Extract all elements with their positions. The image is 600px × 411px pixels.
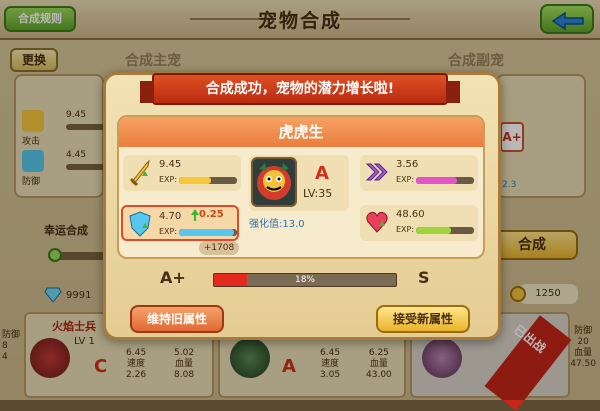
- grade-to: S: [418, 268, 430, 287]
- hp-value: 48.60: [396, 209, 425, 220]
- attack-exp-bar: [179, 177, 237, 184]
- pet-name: 虎虎生: [119, 117, 483, 147]
- pet-grade: A: [315, 163, 329, 184]
- potential-progress-label: 18%: [294, 275, 315, 285]
- defense-stat: 4.70 0.25 EXP:: [121, 205, 239, 241]
- attack-exp-label: EXP:: [159, 175, 178, 184]
- accept-new-attributes-button[interactable]: 接受新属性: [376, 305, 470, 333]
- strength-value: 强化值:13.0: [249, 219, 305, 230]
- defense-exp-bar: [179, 229, 237, 236]
- hp-stat: 48.60 EXP:: [360, 205, 478, 241]
- pet-level: LV:35: [303, 187, 333, 200]
- speed-value: 3.56: [396, 159, 419, 170]
- speed-icon: [365, 163, 388, 181]
- pet-avatar: [251, 157, 297, 207]
- attack-stat: 9.45 EXP:: [123, 155, 241, 191]
- defense-increase: 0.25: [199, 209, 224, 220]
- hp-exp-label: EXP:: [396, 225, 415, 234]
- grade-from: A+: [160, 268, 186, 287]
- defense-value: 4.70: [159, 211, 182, 222]
- keep-old-attributes-button[interactable]: 维持旧属性: [130, 305, 224, 333]
- speed-exp-label: EXP:: [396, 175, 415, 184]
- success-ribbon: 合成成功，宠物的潜力增长啦!: [140, 73, 460, 105]
- speed-exp-bar: [416, 177, 474, 184]
- pet-info: A LV:35: [249, 155, 349, 211]
- speed-stat: 3.56 EXP:: [360, 155, 478, 191]
- exp-gain-badge: +1708: [199, 241, 239, 255]
- defense-exp-label: EXP:: [159, 227, 178, 236]
- shield-icon: [129, 211, 151, 237]
- attack-value: 9.45: [159, 159, 182, 170]
- heart-icon: [366, 211, 388, 233]
- upgrade-arrow-icon: [191, 209, 199, 221]
- hp-exp-bar: [416, 227, 474, 234]
- sword-icon: [129, 159, 150, 186]
